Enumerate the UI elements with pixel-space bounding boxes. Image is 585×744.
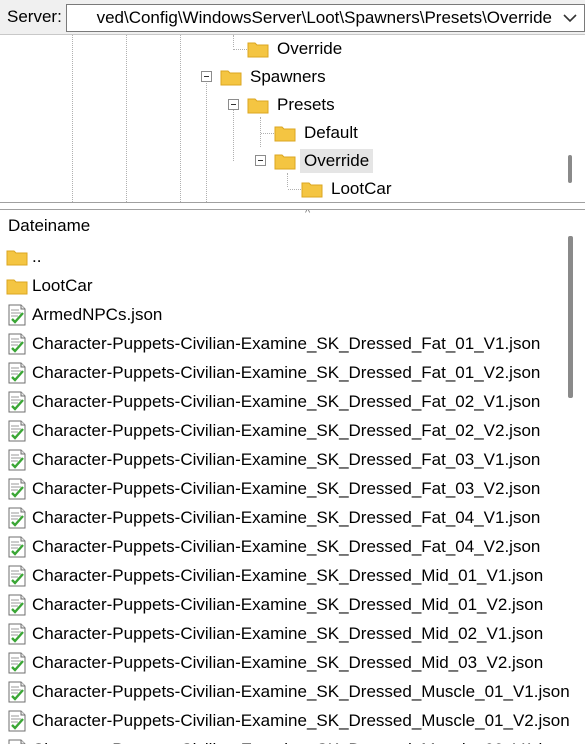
json-file-icon bbox=[6, 391, 28, 413]
tree-node-override-selected[interactable]: Override bbox=[274, 147, 374, 175]
filelist-scrollbar-thumb[interactable] bbox=[568, 236, 573, 398]
json-file-icon bbox=[6, 594, 28, 616]
tree-guide-line bbox=[126, 35, 127, 202]
file-list-item[interactable]: .. bbox=[0, 242, 570, 271]
file-name: Character-Puppets-Civilian-Examine_SK_Dr… bbox=[32, 623, 544, 643]
folder-icon bbox=[274, 152, 296, 170]
file-list-item[interactable]: Character-Puppets-Civilian-Examine_SK_Dr… bbox=[0, 503, 570, 532]
tree-scrollbar-thumb[interactable] bbox=[568, 155, 572, 183]
sort-ascending-icon: ^ bbox=[305, 210, 311, 219]
file-name: Character-Puppets-Civilian-Examine_SK_Dr… bbox=[32, 391, 541, 411]
pane-splitter[interactable] bbox=[0, 202, 585, 210]
server-path-bar: Server: ved\Config\WindowsServer\Loot\Sp… bbox=[0, 0, 585, 35]
tree-guide-line bbox=[233, 105, 234, 161]
file-list-item[interactable]: Character-Puppets-Civilian-Examine_SK_Dr… bbox=[0, 474, 570, 503]
file-list-item[interactable]: Character-Puppets-Civilian-Examine_SK_Dr… bbox=[0, 358, 570, 387]
folder-icon bbox=[274, 124, 296, 142]
file-list-item[interactable]: Character-Puppets-Civilian-Examine_SK_Dr… bbox=[0, 706, 570, 735]
json-file-icon bbox=[6, 652, 28, 674]
file-list-item[interactable]: Character-Puppets-Civilian-Examine_SK_Dr… bbox=[0, 329, 570, 358]
json-file-icon bbox=[6, 420, 28, 442]
json-file-icon bbox=[6, 478, 28, 500]
file-list-item[interactable]: Character-Puppets-Civilian-Examine_SK_Dr… bbox=[0, 648, 570, 677]
file-list-item[interactable]: LootCar bbox=[0, 271, 570, 300]
tree-node-lootcar[interactable]: LootCar bbox=[288, 175, 395, 202]
tree-node-label: Spawners bbox=[250, 67, 326, 86]
file-list-item[interactable]: Character-Puppets-Civilian-Examine_SK_Dr… bbox=[0, 445, 570, 474]
file-name: Character-Puppets-Civilian-Examine_SK_Dr… bbox=[32, 478, 541, 498]
collapse-spawners-icon[interactable] bbox=[201, 71, 212, 82]
file-name: LootCar bbox=[32, 275, 93, 295]
file-name: Character-Puppets-Civilian-Examine_SK_Dr… bbox=[32, 740, 570, 744]
server-path-input[interactable]: ved\Config\WindowsServer\Loot\Spawners\P… bbox=[97, 8, 552, 28]
file-name: Character-Puppets-Civilian-Examine_SK_Dr… bbox=[32, 710, 570, 730]
tree-guide-line bbox=[180, 35, 181, 202]
file-name: Character-Puppets-Civilian-Examine_SK_Dr… bbox=[32, 681, 570, 701]
remote-directory-tree[interactable]: Override Spawners Presets Default Overri… bbox=[0, 35, 585, 202]
tree-node-override[interactable]: Override bbox=[233, 35, 346, 63]
server-path-combobox[interactable]: ved\Config\WindowsServer\Loot\Spawners\P… bbox=[66, 4, 585, 32]
file-list-item[interactable]: Character-Puppets-Civilian-Examine_SK_Dr… bbox=[0, 590, 570, 619]
tree-node-default[interactable]: Default bbox=[261, 119, 362, 147]
json-file-icon bbox=[6, 362, 28, 384]
file-name: Character-Puppets-Civilian-Examine_SK_Dr… bbox=[32, 536, 541, 556]
json-file-icon bbox=[6, 333, 28, 355]
json-file-icon bbox=[6, 507, 28, 529]
file-list-item[interactable]: Character-Puppets-Civilian-Examine_SK_Dr… bbox=[0, 677, 570, 706]
file-rows: .. LootCar ArmedNPCs.json Character-Pupp… bbox=[0, 242, 570, 744]
folder-icon bbox=[6, 246, 28, 268]
file-list-item[interactable]: Character-Puppets-Civilian-Examine_SK_Dr… bbox=[0, 561, 570, 590]
json-file-icon bbox=[6, 565, 28, 587]
file-name: Character-Puppets-Civilian-Examine_SK_Dr… bbox=[32, 565, 544, 585]
file-name: .. bbox=[32, 246, 42, 266]
tree-node-label: Override bbox=[300, 149, 374, 173]
folder-icon bbox=[301, 180, 323, 198]
tree-node-label: Override bbox=[277, 39, 343, 58]
file-list-item[interactable]: Character-Puppets-Civilian-Examine_SK_Dr… bbox=[0, 532, 570, 561]
tree-guide-line bbox=[206, 77, 207, 202]
file-name: Character-Puppets-Civilian-Examine_SK_Dr… bbox=[32, 420, 541, 440]
chevron-down-icon[interactable] bbox=[556, 5, 584, 31]
collapse-presets-icon[interactable] bbox=[228, 99, 239, 110]
json-file-icon bbox=[6, 449, 28, 471]
tree-node-label: LootCar bbox=[331, 179, 392, 198]
server-label: Server: bbox=[7, 7, 62, 26]
tree-guide-line bbox=[72, 35, 73, 202]
json-file-icon bbox=[6, 739, 28, 744]
tree-node-presets[interactable]: Presets bbox=[247, 91, 339, 119]
folder-icon bbox=[247, 96, 269, 114]
tree-node-spawners[interactable]: Spawners bbox=[220, 63, 330, 91]
file-name: Character-Puppets-Civilian-Examine_SK_Dr… bbox=[32, 652, 544, 672]
folder-icon bbox=[247, 40, 269, 58]
file-name: ArmedNPCs.json bbox=[32, 304, 163, 324]
json-file-icon bbox=[6, 681, 28, 703]
file-name: Character-Puppets-Civilian-Examine_SK_Dr… bbox=[32, 449, 541, 469]
column-header-filename[interactable]: Dateiname bbox=[8, 216, 90, 236]
file-name: Character-Puppets-Civilian-Examine_SK_Dr… bbox=[32, 333, 541, 353]
folder-icon bbox=[220, 68, 242, 86]
file-list-item[interactable]: Character-Puppets-Civilian-Examine_SK_Dr… bbox=[0, 619, 570, 648]
file-list-item[interactable]: Character-Puppets-Civilian-Examine_SK_Dr… bbox=[0, 387, 570, 416]
file-name: Character-Puppets-Civilian-Examine_SK_Dr… bbox=[32, 507, 541, 527]
tree-node-label: Default bbox=[304, 123, 358, 142]
json-file-icon bbox=[6, 304, 28, 326]
json-file-icon bbox=[6, 536, 28, 558]
collapse-override-icon[interactable] bbox=[255, 155, 266, 166]
tree-node-label: Presets bbox=[277, 95, 335, 114]
file-list-item[interactable]: Character-Puppets-Civilian-Examine_SK_Dr… bbox=[0, 735, 570, 744]
remote-file-list[interactable]: ^ Dateiname .. LootCar ArmedNPCs.json Ch… bbox=[0, 210, 585, 744]
json-file-icon bbox=[6, 710, 28, 732]
file-list-item[interactable]: ArmedNPCs.json bbox=[0, 300, 570, 329]
file-name: Character-Puppets-Civilian-Examine_SK_Dr… bbox=[32, 594, 544, 614]
file-list-item[interactable]: Character-Puppets-Civilian-Examine_SK_Dr… bbox=[0, 416, 570, 445]
json-file-icon bbox=[6, 623, 28, 645]
folder-icon bbox=[6, 275, 28, 297]
file-name: Character-Puppets-Civilian-Examine_SK_Dr… bbox=[32, 362, 541, 382]
